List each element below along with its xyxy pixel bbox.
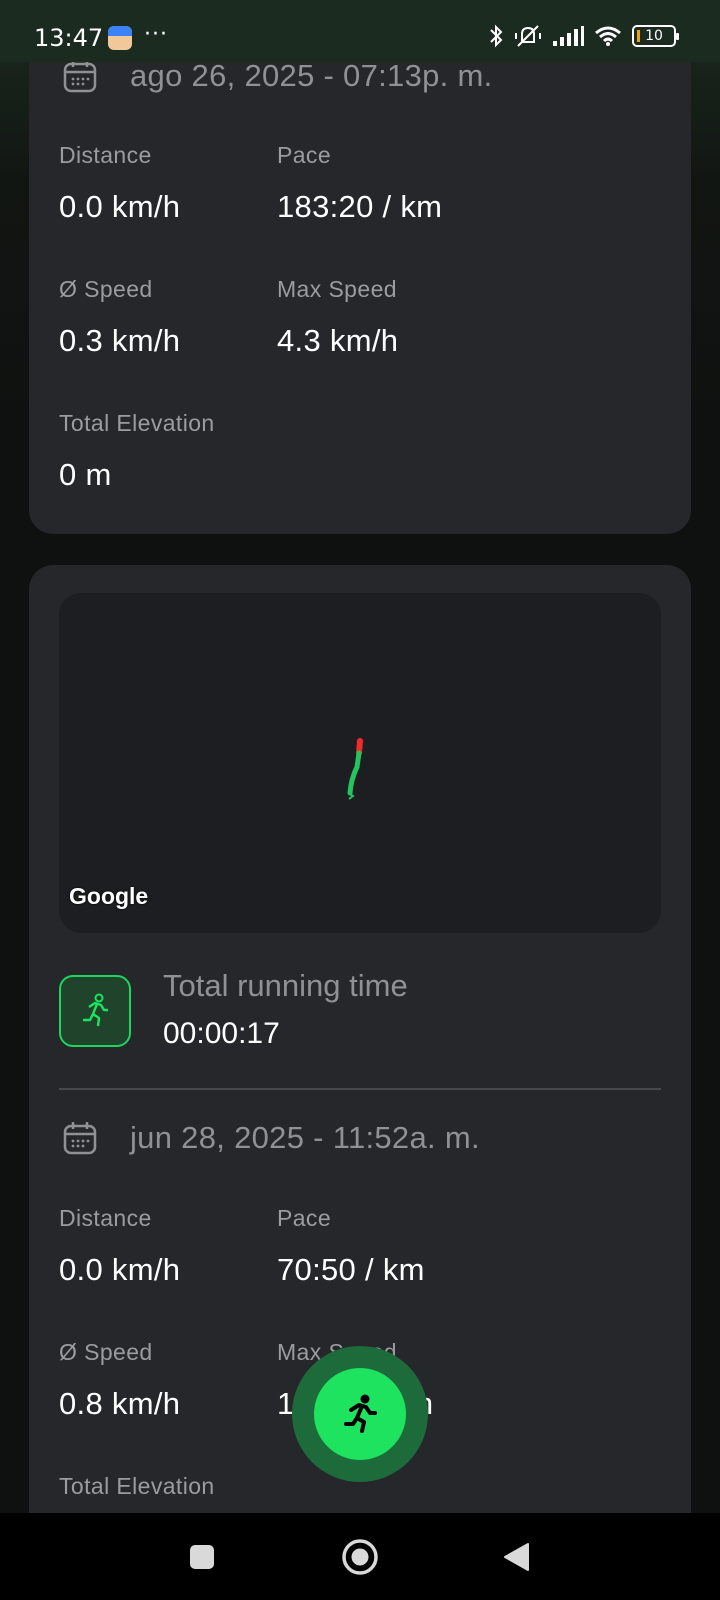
vibrate-off-icon	[515, 25, 541, 47]
stat-label: Total Elevation	[59, 410, 215, 436]
stat-value: 0.0 km/h	[59, 1252, 181, 1287]
stat-avg-speed: Ø Speed 0.8 km/h	[59, 1339, 180, 1422]
stat-value: 0.8 km/h	[59, 1386, 181, 1421]
calendar-icon	[63, 1122, 97, 1155]
status-bar: 13:47 ··· 10	[0, 0, 720, 62]
wifi-icon	[595, 26, 621, 46]
stat-label: Pace	[277, 142, 332, 168]
runner-icon	[344, 1394, 377, 1433]
battery-indicator: 10	[632, 25, 679, 47]
stat-label: Total Elevation	[59, 1473, 215, 1499]
stat-max-speed: Max Speed 4.3 km/h	[277, 276, 398, 359]
stat-label: Ø Speed	[59, 1339, 153, 1365]
route-path	[347, 738, 363, 800]
recents-button[interactable]	[170, 1513, 234, 1600]
divider	[59, 1088, 661, 1090]
start-run-button[interactable]	[314, 1368, 406, 1460]
activity-date-row: jun 28, 2025 - 11:52a. m.	[62, 1120, 480, 1156]
stat-label: Max Speed	[277, 276, 397, 302]
stat-label: Pace	[277, 1205, 332, 1231]
runtime-label: Total running time	[163, 968, 408, 1003]
status-time: 13:47	[34, 24, 104, 52]
triangle-back-icon	[504, 1542, 529, 1571]
status-icons: 10	[488, 24, 679, 48]
system-navigation-bar	[0, 1513, 720, 1600]
activity-card[interactable]: ago 26, 2025 - 07:13p. m. Distance 0.0 k…	[29, 0, 691, 534]
stat-label: Ø Speed	[59, 276, 153, 302]
stat-label: Distance	[59, 1205, 152, 1231]
map-attribution: Google	[69, 883, 149, 909]
calendar-icon	[63, 60, 97, 93]
activity-date-row: ago 26, 2025 - 07:13p. m.	[62, 58, 493, 94]
stat-distance: Distance 0.0 km/h	[59, 142, 180, 225]
stat-avg-speed: Ø Speed 0.3 km/h	[59, 276, 180, 359]
stat-value: 183:20 / km	[277, 189, 443, 224]
stat-value: 70:50 / km	[277, 1252, 425, 1287]
route-map[interactable]: Google	[59, 593, 661, 933]
stat-value: 4.3 km/h	[277, 323, 399, 358]
stat-label: Distance	[59, 142, 152, 168]
runner-badge	[59, 975, 131, 1047]
stat-elevation: Total Elevation	[59, 1473, 215, 1500]
activity-date: jun 28, 2025 - 11:52a. m.	[130, 1120, 480, 1155]
stat-pace: Pace 70:50 / km	[277, 1205, 425, 1288]
stat-value: 0.3 km/h	[59, 323, 181, 358]
home-button[interactable]	[328, 1513, 392, 1600]
signal-icon	[553, 26, 584, 46]
back-button[interactable]	[484, 1513, 548, 1600]
notification-app-icon	[108, 26, 132, 50]
stat-pace: Pace 183:20 / km	[277, 142, 442, 225]
runtime-value: 00:00:17	[163, 1017, 280, 1050]
activity-date: ago 26, 2025 - 07:13p. m.	[130, 58, 493, 93]
stat-elevation: Total Elevation 0 m	[59, 410, 215, 493]
bluetooth-icon	[490, 24, 503, 48]
runner-icon	[83, 993, 108, 1027]
stat-value: 0.0 km/h	[59, 189, 181, 224]
square-icon	[190, 1544, 214, 1569]
circle-icon	[342, 1538, 378, 1575]
battery-level: 10	[645, 28, 663, 44]
stat-value: 0 m	[59, 457, 112, 492]
stat-distance: Distance 0.0 km/h	[59, 1205, 180, 1288]
more-notifications-icon: ···	[144, 22, 168, 47]
